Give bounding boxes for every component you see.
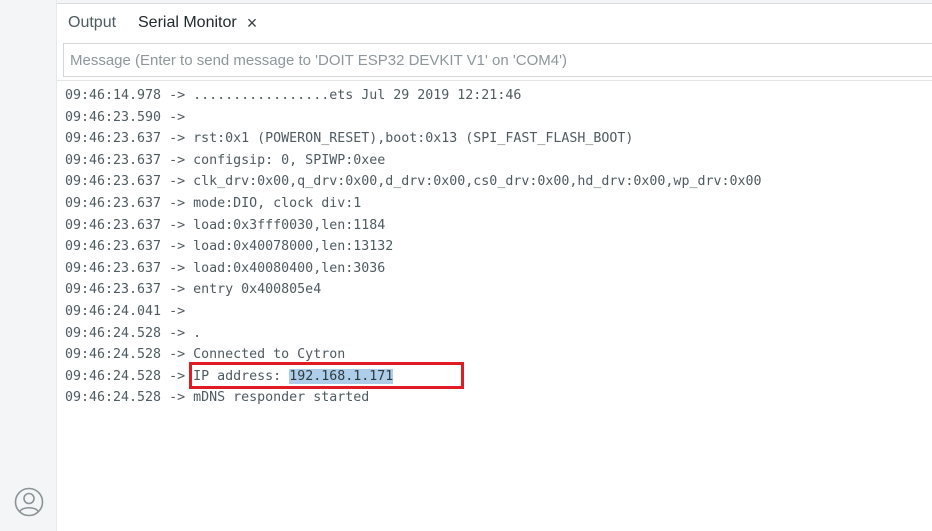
sidebar: [0, 0, 57, 531]
log-line: 09:46:23.637 -> mode:DIO, clock div:1: [65, 193, 932, 215]
log-timestamp: 09:46:23.637: [65, 195, 162, 211]
log-line: 09:46:23.637 -> configsip: 0, SPIWP:0xee: [65, 150, 932, 172]
log-arrow: ->: [161, 303, 186, 319]
log-line: 09:46:24.528 -> mDNS responder started: [65, 387, 932, 409]
log-timestamp: 09:46:24.528: [65, 390, 162, 406]
log-arrow: ->: [161, 88, 194, 103]
log-line: 09:46:24.041 ->: [65, 301, 932, 323]
log-arrow: ->: [161, 109, 186, 125]
log-message: .: [193, 325, 202, 341]
log-message: IP address:: [193, 368, 290, 384]
log-arrow: ->: [161, 325, 194, 341]
log-arrow: ->: [161, 260, 194, 276]
account-icon[interactable]: [13, 486, 45, 518]
selected-ip-address[interactable]: 192.168.1.171: [289, 368, 394, 384]
log-timestamp: 09:46:24.528: [65, 325, 162, 341]
log-line: 09:46:23.590 ->: [65, 107, 932, 129]
log-line: 09:46:23.637 -> load:0x40080400,len:3036: [65, 258, 932, 280]
log-arrow: ->: [161, 174, 194, 190]
divider: [57, 80, 932, 81]
log-arrow: ->: [161, 282, 194, 298]
log-timestamp: 09:46:23.637: [65, 239, 162, 255]
log-message: mode:DIO, clock div:1: [193, 195, 362, 211]
log-message: clk_drv:0x00,q_drv:0x00,d_drv:0x00,cs0_d…: [193, 174, 762, 190]
log-message: .................ets Jul 29 2019 12:21:4…: [193, 88, 522, 103]
log-line: 09:46:23.637 -> load:0x3fff0030,len:1184: [65, 215, 932, 237]
log-timestamp: 09:46:23.637: [65, 217, 162, 233]
log-arrow: ->: [161, 195, 194, 211]
tab-serial-monitor-label: Serial Monitor: [138, 14, 237, 31]
log-message: rst:0x1 (POWERON_RESET),boot:0x13 (SPI_F…: [193, 131, 634, 147]
log-line: 09:46:14.978 -> .................ets Jul…: [65, 85, 932, 107]
log-arrow: ->: [161, 152, 194, 168]
log-timestamp: 09:46:23.637: [65, 174, 162, 190]
log-timestamp: 09:46:23.637: [65, 131, 162, 147]
log-timestamp: 09:46:23.590: [65, 109, 162, 125]
log-message: Connected to Cytron: [193, 347, 346, 363]
log-line: 09:46:23.637 -> rst:0x1 (POWERON_RESET),…: [65, 128, 932, 150]
log-arrow: ->: [161, 390, 194, 406]
tab-serial-monitor[interactable]: Serial Monitor ×: [138, 4, 257, 42]
log-line: 09:46:24.528 -> Connected to Cytron: [65, 344, 932, 366]
serial-output[interactable]: 09:46:14.978 -> .................ets Jul…: [65, 85, 932, 409]
log-timestamp: 09:46:23.637: [65, 152, 162, 168]
log-message: load:0x40078000,len:13132: [193, 239, 394, 255]
log-arrow: ->: [161, 131, 194, 147]
log-arrow: ->: [161, 347, 194, 363]
log-message: entry 0x400805e4: [193, 282, 322, 298]
log-arrow: ->: [161, 239, 194, 255]
log-line: 09:46:23.637 -> load:0x40078000,len:1313…: [65, 236, 932, 258]
log-arrow: ->: [161, 368, 194, 384]
log-timestamp: 09:46:24.041: [65, 303, 162, 319]
log-line: 09:46:23.637 -> entry 0x400805e4: [65, 279, 932, 301]
log-line: 09:46:23.637 -> clk_drv:0x00,q_drv:0x00,…: [65, 171, 932, 193]
log-message: load:0x3fff0030,len:1184: [193, 217, 386, 233]
log-line: 09:46:24.528 -> IP address: 192.168.1.17…: [65, 366, 932, 388]
panel-tab-bar: Output Serial Monitor ×: [57, 4, 932, 42]
log-message: load:0x40080400,len:3036: [193, 260, 386, 276]
log-message: configsip: 0, SPIWP:0xee: [193, 152, 386, 168]
log-timestamp: 09:46:24.528: [65, 347, 162, 363]
message-bar: [63, 43, 932, 77]
serial-monitor-window: Output Serial Monitor × 09:46:14.978 -> .…: [0, 0, 932, 531]
tab-output[interactable]: Output: [68, 4, 116, 42]
log-line: 09:46:24.528 -> .: [65, 323, 932, 345]
close-icon[interactable]: ×: [247, 4, 258, 42]
message-input[interactable]: [64, 44, 932, 76]
log-timestamp: 09:46:23.637: [65, 282, 162, 298]
log-timestamp: 09:46:14.978: [65, 88, 162, 103]
log-timestamp: 09:46:24.528: [65, 368, 162, 384]
log-timestamp: 09:46:23.637: [65, 260, 162, 276]
log-arrow: ->: [161, 217, 194, 233]
log-message: mDNS responder started: [193, 390, 370, 406]
